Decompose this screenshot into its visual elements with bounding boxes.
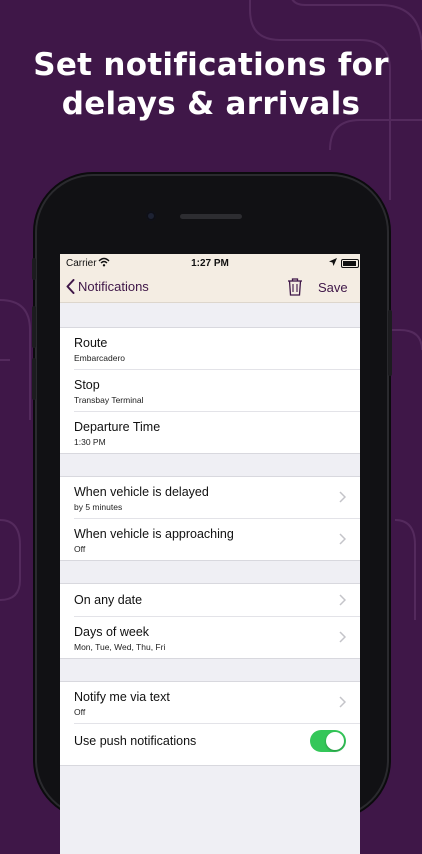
location-arrow-icon — [329, 258, 337, 266]
days-of-week-title: Days of week — [74, 625, 150, 639]
text-notify-value: Off — [74, 707, 86, 717]
silent-switch — [32, 258, 36, 280]
chevron-right-icon — [339, 631, 346, 643]
any-date-title: On any date — [74, 593, 143, 607]
earpiece-speaker — [180, 214, 242, 219]
push-notify-toggle[interactable] — [310, 730, 346, 752]
delayed-alert-title: When vehicle is delayed — [74, 485, 209, 499]
route-title: Route — [74, 336, 108, 350]
alert-conditions-section: When vehicle is delayed by 5 minutes Whe… — [60, 476, 360, 561]
push-notify-title: Use push notifications — [74, 734, 197, 748]
headline-line-2: delays & arrivals — [61, 86, 361, 122]
trip-details-section: Route Embarcadero Stop Transbay Terminal… — [60, 327, 360, 454]
save-button[interactable]: Save — [318, 280, 348, 295]
front-camera — [146, 211, 156, 221]
chevron-right-icon — [339, 491, 346, 503]
chevron-left-icon — [66, 279, 75, 294]
approaching-alert-value: Off — [74, 544, 86, 554]
navigation-bar: Notifications Save — [60, 274, 360, 303]
headline-line-1: Set notifications for — [33, 47, 389, 83]
phone-screen: Carrier 1:27 PM Notifications Save Route… — [60, 254, 360, 854]
stop-title: Stop — [74, 378, 100, 392]
volume-up-button — [32, 306, 36, 348]
trash-icon[interactable] — [287, 277, 303, 296]
route-row[interactable]: Route Embarcadero — [74, 328, 360, 370]
volume-down-button — [32, 358, 36, 400]
delayed-alert-value: by 5 minutes — [74, 502, 123, 512]
stop-value: Transbay Terminal — [74, 395, 144, 405]
route-value: Embarcadero — [74, 353, 126, 363]
approaching-alert-title: When vehicle is approaching — [74, 527, 234, 541]
approaching-alert-row[interactable]: When vehicle is approaching Off — [74, 519, 360, 560]
back-button-label: Notifications — [78, 279, 149, 294]
departure-time-row[interactable]: Departure Time 1:30 PM — [74, 412, 360, 453]
departure-time-value: 1:30 PM — [74, 437, 106, 447]
days-of-week-value: Mon, Tue, Wed, Thu, Fri — [74, 642, 166, 652]
phone-frame: Carrier 1:27 PM Notifications Save Route… — [32, 176, 392, 854]
status-bar: Carrier 1:27 PM — [60, 254, 360, 274]
headline: Set notifications for delays & arrivals — [0, 46, 422, 124]
text-notify-row[interactable]: Notify me via text Off — [74, 682, 360, 724]
delivery-section: Notify me via text Off Use push notifica… — [60, 681, 360, 766]
any-date-row[interactable]: On any date — [74, 584, 360, 617]
departure-time-title: Departure Time — [74, 420, 161, 434]
stop-row[interactable]: Stop Transbay Terminal — [74, 370, 360, 412]
push-notify-row: Use push notifications — [74, 724, 360, 765]
chevron-right-icon — [339, 594, 346, 606]
battery-icon — [341, 259, 359, 268]
delayed-alert-row[interactable]: When vehicle is delayed by 5 minutes — [74, 477, 360, 519]
text-notify-title: Notify me via text — [74, 690, 170, 704]
power-button — [388, 310, 392, 376]
chevron-right-icon — [339, 696, 346, 708]
status-time: 1:27 PM — [191, 258, 229, 269]
days-of-week-row[interactable]: Days of week Mon, Tue, Wed, Thu, Fri — [74, 617, 360, 658]
schedule-section: On any date Days of week Mon, Tue, Wed, … — [60, 583, 360, 659]
chevron-right-icon — [339, 533, 346, 545]
back-button[interactable]: Notifications — [66, 279, 149, 294]
